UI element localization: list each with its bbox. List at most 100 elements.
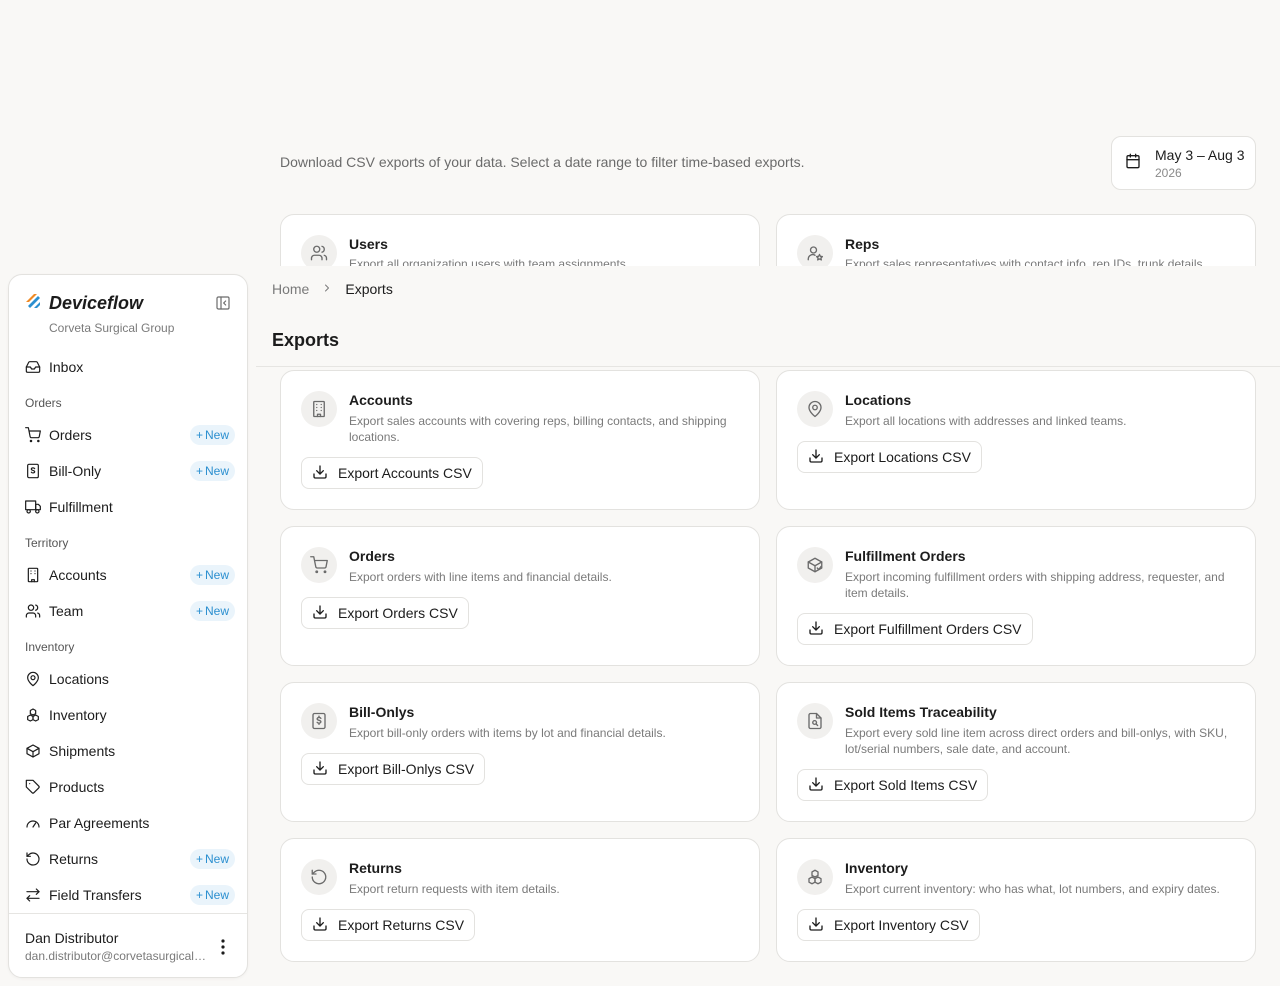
- map-pin-icon: [25, 671, 41, 687]
- deviceflow-logo-icon: [25, 293, 41, 314]
- sidebar-item-bill-only[interactable]: Bill-Only + New: [25, 457, 235, 485]
- sidebar-item-locations[interactable]: Locations: [25, 665, 235, 693]
- card-description: Export sales accounts with covering reps…: [349, 414, 727, 444]
- sidebar-item-inventory[interactable]: Inventory: [25, 701, 235, 729]
- sold-items-export-card: Sold Items Traceability Export every sol…: [776, 682, 1256, 822]
- sidebar-item-label: Par Agreements: [49, 815, 150, 831]
- sidebar-item-inbox[interactable]: Inbox: [25, 353, 235, 381]
- map-pin-icon: [797, 391, 833, 427]
- export-sold-items-button[interactable]: Export Sold Items CSV: [797, 769, 989, 801]
- users-icon: [25, 603, 41, 619]
- new-label: New: [204, 428, 229, 442]
- new-label: New: [204, 604, 229, 618]
- tag-icon: [25, 779, 41, 795]
- bill-onlys-export-card: Bill-Onlys Export bill-only orders with …: [280, 682, 760, 822]
- sidebar-item-field-transfers[interactable]: Field Transfers + New: [25, 881, 235, 909]
- button-label: Export Accounts CSV: [338, 465, 472, 481]
- button-label: Export Locations CSV: [834, 449, 971, 465]
- button-label: Export Orders CSV: [338, 605, 458, 621]
- sidebar-item-fulfillment[interactable]: Fulfillment: [25, 493, 235, 521]
- plus-icon: +: [195, 852, 203, 866]
- returns-export-card: Returns Export return requests with item…: [280, 838, 760, 962]
- new-return-button[interactable]: + New: [189, 849, 235, 869]
- download-icon: [312, 916, 328, 935]
- nav-section-territory: Territory: [25, 536, 69, 550]
- sidebar-item-products[interactable]: Products: [25, 773, 235, 801]
- user-menu[interactable]: Dan Distributor dan.distributor@corvetas…: [9, 913, 247, 977]
- plus-icon: +: [195, 464, 203, 478]
- page-title: Exports: [272, 330, 340, 350]
- more-vertical-icon[interactable]: [216, 938, 230, 956]
- download-icon: [312, 464, 328, 483]
- return-icon: [301, 859, 337, 895]
- sidebar-item-label: Orders: [49, 427, 92, 443]
- sidebar-item-accounts[interactable]: Accounts + New: [25, 561, 235, 589]
- package-check-icon: [797, 547, 833, 583]
- building-icon: [301, 391, 337, 427]
- new-label: New: [204, 568, 229, 582]
- card-description: Export orders with line items and financ…: [349, 570, 612, 584]
- inventory-export-card: Inventory Export current inventory: who …: [776, 838, 1256, 962]
- transfer-arrows-icon: [25, 887, 41, 903]
- card-description: Export incoming fulfillment orders with …: [845, 570, 1225, 600]
- orders-export-card: Orders Export orders with line items and…: [280, 526, 760, 666]
- card-description: Export every sold line item across direc…: [845, 726, 1228, 756]
- breadcrumb-home[interactable]: Home: [272, 281, 309, 297]
- sidebar-item-par-agreements[interactable]: Par Agreements: [25, 809, 235, 837]
- card-description: Export bill-only orders with items by lo…: [349, 726, 666, 740]
- card-description: Export sales representatives with contac…: [845, 257, 1203, 266]
- sidebar-item-label: Returns: [49, 851, 99, 867]
- receipt-dollar-icon: [25, 463, 41, 479]
- export-cards-grid: Accounts Export sales accounts with cove…: [280, 370, 1256, 986]
- breadcrumb-current: Exports: [345, 281, 393, 297]
- new-account-button[interactable]: + New: [189, 565, 235, 585]
- date-range-picker[interactable]: May 3 – Aug 3 2026: [1111, 136, 1256, 190]
- sidebar-item-returns[interactable]: Returns + New: [25, 845, 235, 873]
- sidebar-item-label: Fulfillment: [49, 499, 113, 515]
- export-returns-button[interactable]: Export Returns CSV: [301, 909, 476, 941]
- export-accounts-button[interactable]: Export Accounts CSV: [301, 457, 483, 489]
- sidebar-item-label: Inventory: [49, 707, 107, 723]
- date-range-label: May 3 – Aug 3: [1155, 146, 1245, 163]
- new-field-transfer-button[interactable]: + New: [189, 885, 235, 905]
- export-locations-button[interactable]: Export Locations CSV: [797, 441, 982, 473]
- user-name: Dan Distributor: [25, 930, 119, 946]
- brand[interactable]: Deviceflow: [25, 293, 143, 314]
- download-icon: [808, 448, 824, 467]
- card-title: Sold Items Traceability: [845, 704, 997, 720]
- download-icon: [808, 916, 824, 935]
- sidebar-item-shipments[interactable]: Shipments: [25, 737, 235, 765]
- button-label: Export Sold Items CSV: [834, 777, 978, 793]
- new-label: New: [204, 464, 229, 478]
- boxes-icon: [25, 707, 41, 723]
- card-title: Returns: [349, 860, 402, 876]
- new-label: New: [204, 852, 229, 866]
- sidebar-item-label: Accounts: [49, 567, 107, 583]
- export-fulfillment-orders-button[interactable]: Export Fulfillment Orders CSV: [797, 613, 1033, 645]
- new-order-button[interactable]: + New: [189, 425, 235, 445]
- sidebar-item-label: Bill-Only: [49, 463, 102, 479]
- truck-icon: [25, 499, 41, 515]
- sidebar-item-label: Locations: [49, 671, 109, 687]
- new-team-button[interactable]: + New: [189, 601, 235, 621]
- package-icon: [25, 743, 41, 759]
- export-inventory-button[interactable]: Export Inventory CSV: [797, 909, 980, 941]
- plus-icon: +: [195, 568, 203, 582]
- collapse-sidebar-icon[interactable]: [215, 295, 231, 316]
- receipt-dollar-icon: [301, 703, 337, 739]
- plus-icon: +: [195, 428, 203, 442]
- card-description: Export return requests with item details…: [349, 882, 560, 896]
- new-bill-only-button[interactable]: + New: [189, 461, 235, 481]
- export-bill-onlys-button[interactable]: Export Bill-Onlys CSV: [301, 753, 486, 785]
- export-orders-button[interactable]: Export Orders CSV: [301, 597, 469, 629]
- accounts-export-card: Accounts Export sales accounts with cove…: [280, 370, 760, 510]
- building-icon: [25, 567, 41, 583]
- sidebar-item-label: Shipments: [49, 743, 116, 759]
- sidebar-item-team[interactable]: Team + New: [25, 597, 235, 625]
- card-title: Locations: [845, 392, 912, 408]
- calendar-icon: [1125, 153, 1141, 174]
- card-title: Inventory: [845, 860, 909, 876]
- sidebar-item-orders[interactable]: Orders + New: [25, 421, 235, 449]
- return-icon: [25, 851, 41, 867]
- nav-section-inventory: Inventory: [25, 640, 75, 654]
